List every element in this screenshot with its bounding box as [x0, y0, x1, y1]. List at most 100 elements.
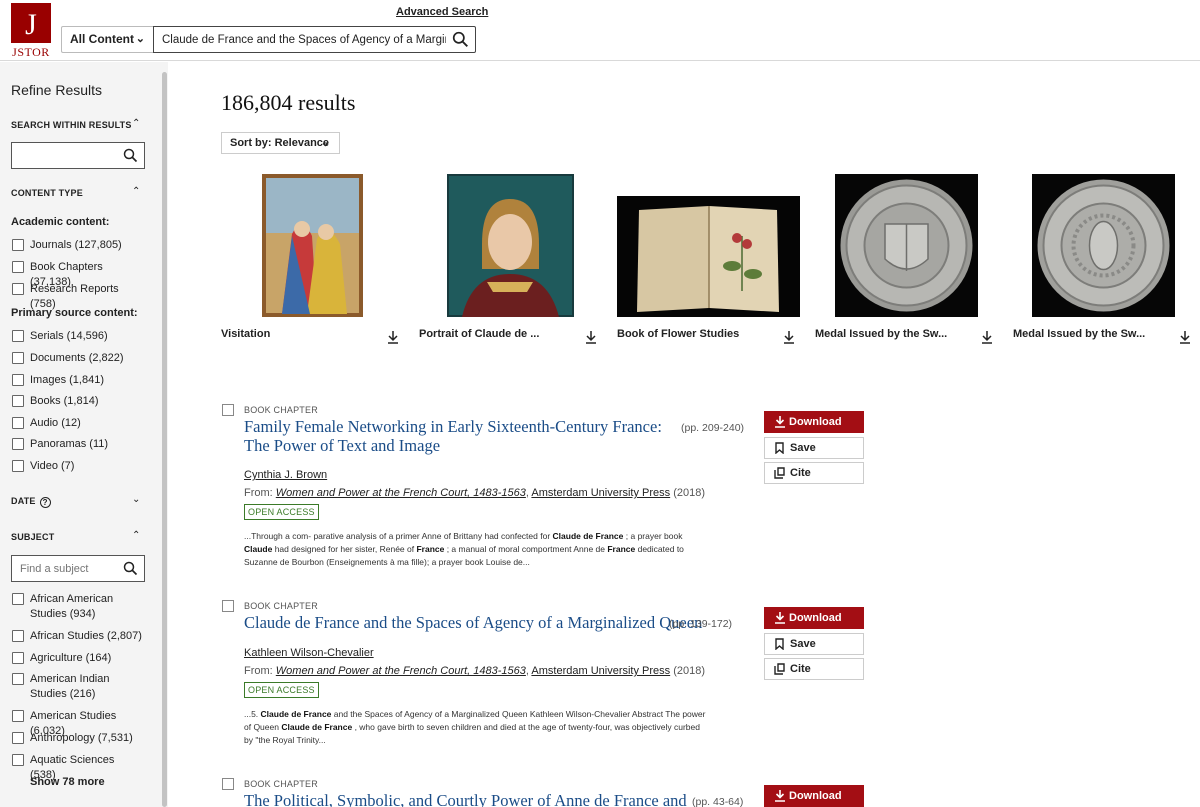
download-icon: [775, 790, 785, 802]
book-link[interactable]: Women and Power at the French Court, 148…: [276, 487, 526, 499]
help-icon[interactable]: ?: [39, 497, 51, 508]
checkbox[interactable]: [12, 438, 24, 450]
result-checkbox[interactable]: [222, 600, 234, 612]
image-title[interactable]: Medal Issued by the Sw...: [815, 328, 947, 340]
result-title[interactable]: Claude de France and the Spaces of Agenc…: [244, 613, 702, 632]
search-input[interactable]: [154, 27, 446, 52]
result-title[interactable]: Family Female Networking in Early Sixtee…: [244, 417, 674, 455]
facet-images[interactable]: Images (1,841): [12, 373, 142, 388]
show-more-subjects[interactable]: Show 78 more: [30, 776, 105, 788]
download-icon[interactable]: [585, 330, 597, 344]
facet-documents[interactable]: Documents (2,822): [12, 351, 142, 366]
cite-button[interactable]: Cite: [764, 462, 864, 484]
thumbnail-portrait-claude[interactable]: [447, 174, 574, 317]
download-icon[interactable]: [981, 330, 993, 344]
result-source: From: Women and Power at the French Cour…: [244, 665, 706, 677]
download-icon[interactable]: [1179, 330, 1191, 344]
checkbox[interactable]: [12, 710, 24, 722]
content-type-heading[interactable]: CONTENT TYPE: [11, 188, 83, 198]
jstor-logo[interactable]: J JSTOR: [11, 3, 51, 59]
logo-text: JSTOR: [12, 45, 50, 59]
subject-heading[interactable]: SUBJECT: [11, 532, 54, 542]
result-source: From: Women and Power at the French Cour…: [244, 487, 706, 499]
image-title[interactable]: Portrait of Claude de ...: [419, 328, 539, 340]
checkbox[interactable]: [12, 754, 24, 766]
facet-agriculture[interactable]: Agriculture (164): [12, 651, 142, 666]
facet-video[interactable]: Video (7): [12, 459, 142, 474]
refine-results-title: Refine Results: [11, 82, 103, 98]
chevron-down-icon[interactable]: ⌄: [132, 494, 140, 505]
result-snippet: ...5. Claude de France and the Spaces of…: [244, 709, 706, 745]
facet-african-american-studies[interactable]: African American Studies (934): [12, 592, 142, 622]
thumbnail-visitation[interactable]: [262, 174, 363, 317]
save-button[interactable]: Save: [764, 437, 864, 459]
publisher-link[interactable]: Amsterdam University Press: [531, 665, 670, 677]
open-access-badge: OPEN ACCESS: [244, 504, 319, 520]
chevron-down-icon: ⌄: [320, 137, 330, 149]
academic-content-label: Academic content:: [11, 216, 110, 228]
facet-books[interactable]: Books (1,814): [12, 394, 142, 409]
book-link[interactable]: Women and Power at the French Court, 148…: [276, 665, 526, 677]
thumbnail-medal-2[interactable]: [1032, 174, 1175, 317]
facet-african-studies[interactable]: African Studies (2,807): [12, 629, 142, 644]
download-icon[interactable]: [387, 330, 399, 344]
checkbox[interactable]: [12, 395, 24, 407]
facet-panoramas[interactable]: Panoramas (11): [12, 437, 142, 452]
sort-label: Sort by: Relevance: [230, 137, 330, 149]
result-checkbox[interactable]: [222, 404, 234, 416]
download-icon[interactable]: [783, 330, 795, 344]
facet-audio[interactable]: Audio (12): [12, 416, 142, 431]
checkbox[interactable]: [12, 652, 24, 664]
checkbox[interactable]: [12, 374, 24, 386]
search-icon[interactable]: [123, 148, 138, 163]
sort-select[interactable]: Sort by: Relevance ⌄: [221, 132, 340, 154]
facet-serials[interactable]: Serials (14,596): [12, 329, 142, 344]
image-title[interactable]: Medal Issued by the Sw...: [1013, 328, 1145, 340]
date-heading[interactable]: DATE?: [11, 496, 51, 508]
result-checkbox[interactable]: [222, 778, 234, 790]
advanced-search-link[interactable]: Advanced Search: [396, 6, 488, 18]
checkbox[interactable]: [12, 630, 24, 642]
cite-icon: [774, 467, 785, 479]
checkbox[interactable]: [12, 352, 24, 364]
download-button[interactable]: Download: [764, 785, 864, 807]
checkbox[interactable]: [12, 261, 24, 273]
facet-american-indian-studies[interactable]: American Indian Studies (216): [12, 672, 142, 702]
checkbox[interactable]: [12, 330, 24, 342]
save-button[interactable]: Save: [764, 633, 864, 655]
search-within-input[interactable]: [12, 143, 122, 168]
result-snippet: ...Through a com- parative analysis of a…: [244, 531, 684, 567]
sidebar-scroll-thumb[interactable]: [162, 72, 167, 807]
checkbox[interactable]: [12, 673, 24, 685]
find-subject-input[interactable]: [12, 556, 122, 581]
checkbox[interactable]: [12, 732, 24, 744]
chevron-up-icon[interactable]: ⌃: [132, 118, 140, 129]
search-icon[interactable]: [123, 561, 138, 576]
download-button[interactable]: Download: [764, 607, 864, 629]
chevron-up-icon[interactable]: ⌃: [132, 186, 140, 197]
search-within-heading[interactable]: SEARCH WITHIN RESULTS: [11, 120, 132, 130]
content-filter-select[interactable]: All Content ⌄: [61, 26, 154, 53]
image-title[interactable]: Book of Flower Studies: [617, 328, 739, 340]
search-icon[interactable]: [452, 31, 469, 48]
checkbox[interactable]: [12, 460, 24, 472]
download-icon: [775, 612, 785, 624]
find-subject-box: [11, 555, 145, 582]
checkbox[interactable]: [12, 593, 24, 605]
thumbnail-flower-studies[interactable]: [617, 196, 800, 317]
chevron-up-icon[interactable]: ⌃: [132, 530, 140, 541]
facet-anthropology[interactable]: Anthropology (7,531): [12, 731, 142, 746]
publisher-link[interactable]: Amsterdam University Press: [531, 487, 670, 499]
facet-journals[interactable]: Journals (127,805): [12, 238, 142, 253]
result-author[interactable]: Cynthia J. Brown: [244, 469, 327, 481]
checkbox[interactable]: [12, 239, 24, 251]
checkbox[interactable]: [12, 283, 24, 295]
download-button[interactable]: Download: [764, 411, 864, 433]
checkbox[interactable]: [12, 417, 24, 429]
cite-button[interactable]: Cite: [764, 658, 864, 680]
image-title[interactable]: Visitation: [221, 328, 270, 340]
result-title[interactable]: The Political, Symbolic, and Courtly Pow…: [244, 791, 687, 807]
result-author[interactable]: Kathleen Wilson-Chevalier: [244, 647, 374, 659]
bookmark-icon: [775, 638, 784, 650]
thumbnail-medal-1[interactable]: [835, 174, 978, 317]
